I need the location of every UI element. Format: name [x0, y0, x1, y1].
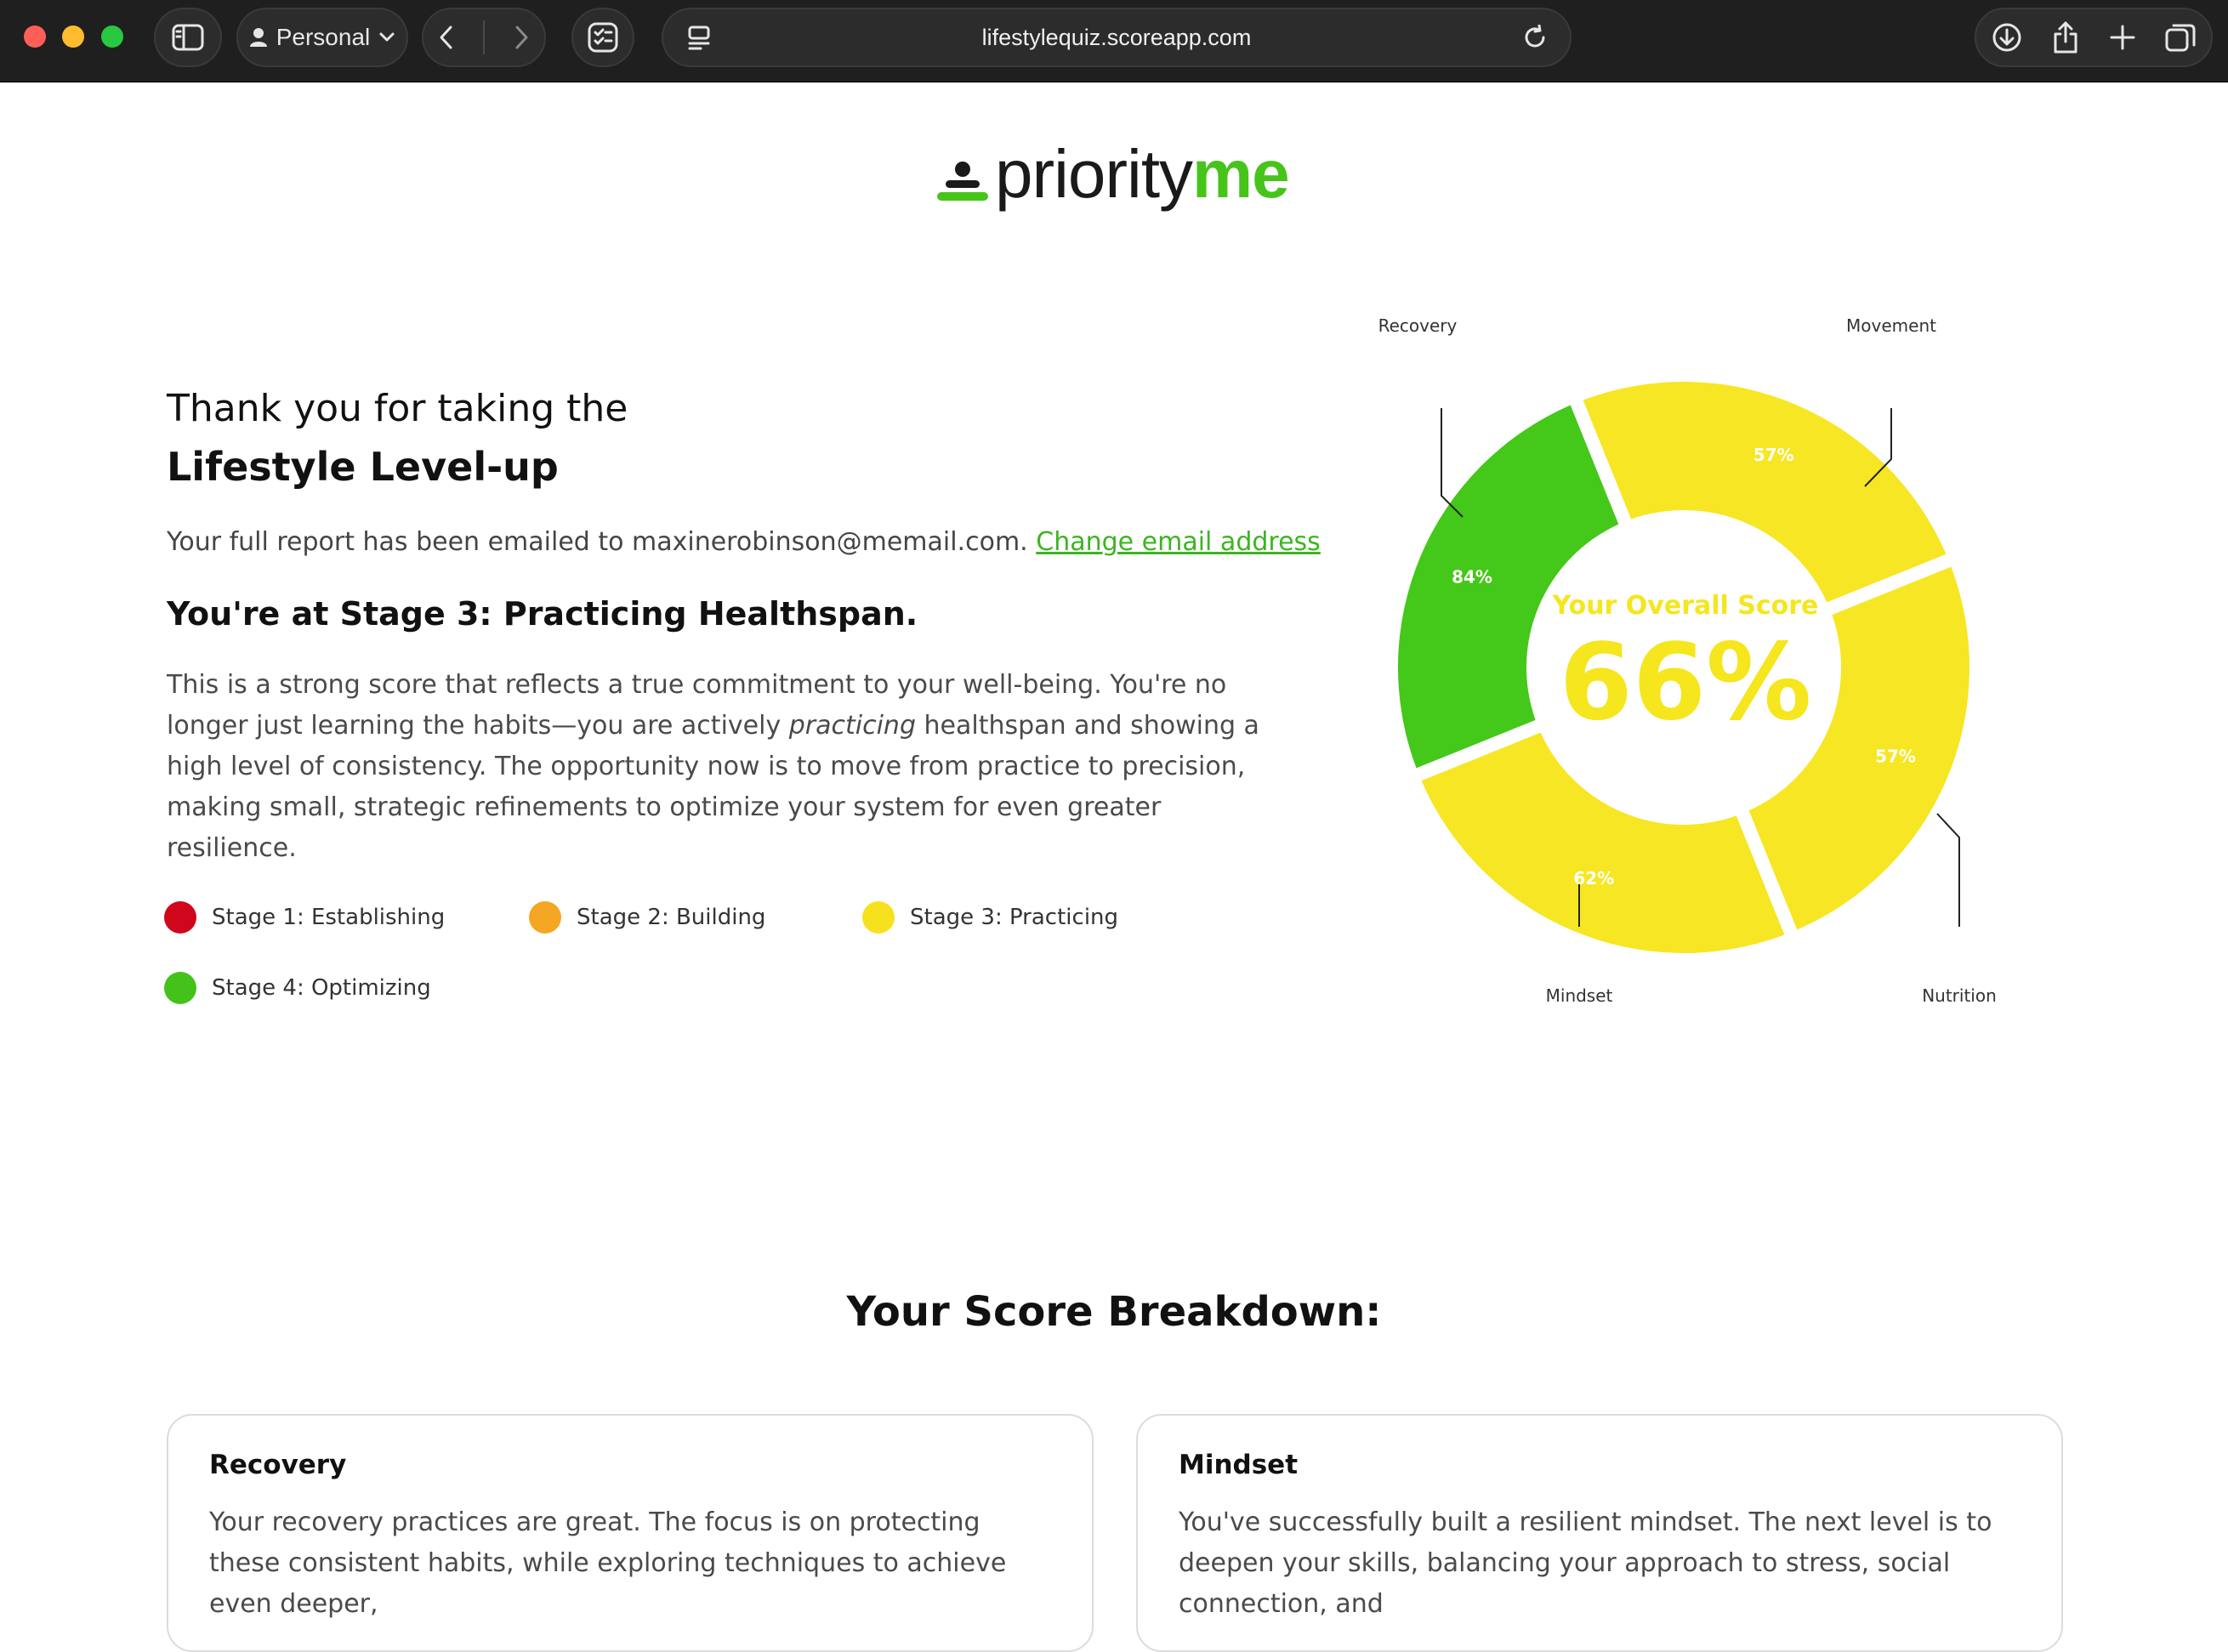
leader-line [1936, 813, 1960, 927]
notes-extension-icon [588, 22, 618, 53]
person-icon [249, 28, 267, 47]
score-breakdown-heading: Your Score Breakdown: [846, 1288, 1382, 1336]
logo-text-me: me [1192, 136, 1290, 212]
card-text: You've successfully built a resilient mi… [1179, 1507, 1992, 1619]
address-bar[interactable]: lifestylequiz.scoreapp.com [662, 8, 1572, 67]
thank-you-heading: Thank you for taking the [167, 387, 628, 430]
logo-text-priority: priority [995, 136, 1193, 212]
stage-heading: You're at Stage 3: Practicing Healthspan… [167, 595, 918, 633]
new-tab-icon[interactable] [2109, 24, 2136, 51]
overall-score-title: Your Overall Score [1552, 591, 1819, 621]
stage-legend-4: Stage 4: Optimizing [164, 972, 431, 1004]
stage-3-label: Stage 3: Practicing [910, 905, 1119, 930]
category-label-nutrition: Nutrition [1922, 985, 1997, 1006]
card-title: Recovery [209, 1450, 347, 1480]
share-icon[interactable] [2051, 20, 2080, 54]
results-intro: Thank you for taking the Lifestyle Level… [167, 387, 1272, 490]
chevron-down-icon [379, 32, 395, 42]
browser-toolbar: Personal lifestylequiz.scoreapp.com [0, 0, 2228, 82]
priorityme-logo: priorityme [935, 136, 1290, 213]
toolbar-actions [1975, 8, 2213, 67]
email-text: Your full report has been emailed to max… [167, 527, 1028, 557]
segment-value-label: 84% [1452, 566, 1492, 587]
donut-segment-mindset [1421, 732, 1785, 953]
email-confirmation: Your full report has been emailed to max… [167, 527, 1321, 557]
zoom-window-button[interactable] [101, 26, 123, 48]
change-email-link[interactable]: Change email address [1036, 527, 1321, 557]
stage-4-label: Stage 4: Optimizing [212, 975, 431, 1001]
stage-1-label: Stage 1: Establishing [212, 905, 446, 930]
history-navigation [422, 8, 546, 67]
forward-arrow-icon[interactable] [513, 24, 530, 51]
logo-icon [937, 162, 988, 201]
card-title: Mindset [1179, 1450, 1299, 1480]
stage-1-dot [164, 901, 196, 934]
close-window-button[interactable] [24, 26, 46, 48]
stage-legend-3: Stage 3: Practicing [862, 901, 1118, 934]
sidebar-toggle-button[interactable] [154, 8, 222, 67]
mindset-breakdown-card: Mindset You've successfully built a resi… [1136, 1414, 2063, 1652]
category-label-movement: Movement [1846, 315, 1936, 336]
stage-description: This is a strong score that reflects a t… [167, 665, 1264, 869]
page-menu-icon[interactable] [687, 25, 711, 50]
stage-4-dot [164, 972, 196, 1004]
back-arrow-icon[interactable] [438, 24, 455, 51]
reader-extension-button[interactable] [571, 8, 634, 67]
download-icon[interactable] [1991, 21, 2023, 54]
description-emphasis: practicing [788, 711, 916, 741]
category-label-recovery: Recovery [1378, 315, 1458, 336]
quiz-name: Lifestyle Level-up [167, 443, 559, 490]
recovery-breakdown-card: Recovery Your recovery practices are gre… [167, 1414, 1094, 1652]
profile-label: Personal [276, 24, 371, 50]
minimize-window-button[interactable] [62, 26, 84, 48]
stage-2-dot [529, 901, 561, 934]
overall-score-donut-chart: 84%57%57%62%Recovery MovementNutritionMin… [1378, 315, 1997, 1006]
profile-button[interactable]: Personal [236, 8, 408, 67]
reload-icon[interactable] [1522, 25, 1548, 50]
tab-overview-icon[interactable] [2164, 21, 2197, 54]
stage-legend-2: Stage 2: Building [529, 901, 765, 934]
segment-value-label: 57% [1753, 445, 1794, 465]
url-text: lifestylequiz.scoreapp.com [981, 24, 1252, 50]
category-label-mindset: Mindset [1546, 985, 1613, 1006]
overall-score-value: 66% [1560, 622, 1812, 744]
segment-value-label: 57% [1875, 747, 1916, 767]
stage-legend-1: Stage 1: Establishing [164, 901, 445, 934]
card-text: Your recovery practices are great. The f… [209, 1507, 1007, 1619]
stage-2-label: Stage 2: Building [577, 905, 766, 930]
sidebar-icon [172, 24, 204, 51]
stage-3-dot [862, 901, 895, 934]
